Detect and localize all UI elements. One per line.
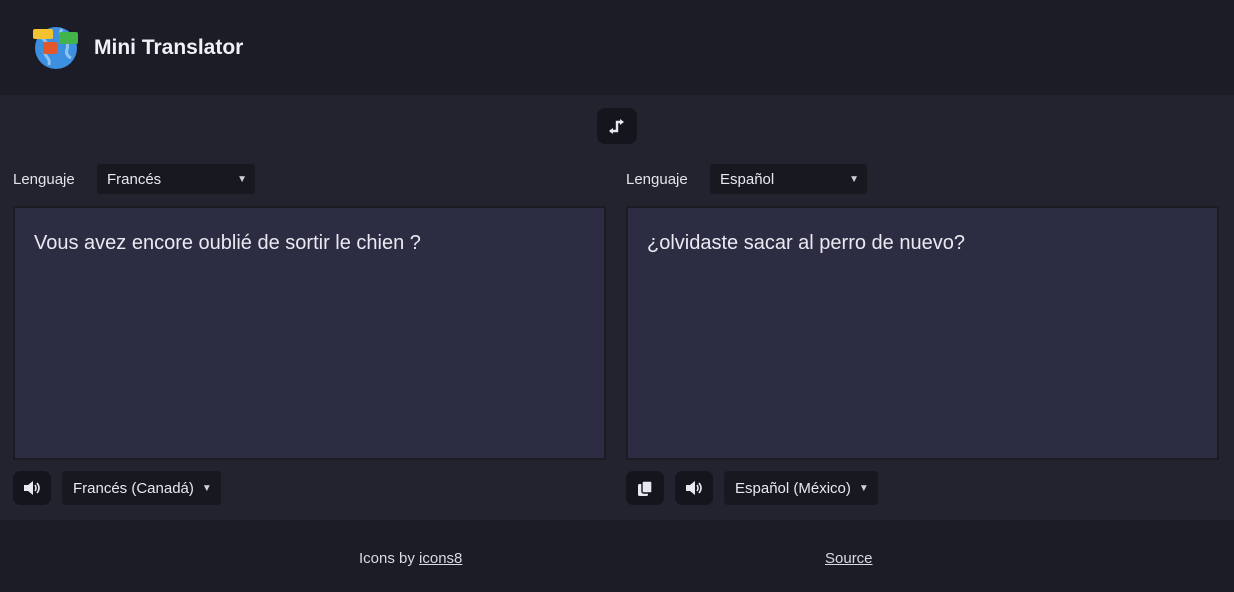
swap-languages-button[interactable] <box>597 108 637 144</box>
target-language-row: Lenguaje Español ▼ <box>626 164 867 194</box>
chevron-down-icon: ▼ <box>201 482 212 494</box>
source-controls: Francés (Canadá) ▼ <box>13 471 221 505</box>
app-footer: Icons by icons8 Source <box>0 520 1234 592</box>
copy-icon <box>638 479 653 496</box>
copy-button[interactable] <box>626 471 664 505</box>
speaker-icon <box>24 481 40 495</box>
source-voice-value: Francés (Canadá) <box>73 479 194 497</box>
target-voice-select[interactable]: Español (México) ▼ <box>724 471 878 505</box>
target-speak-button[interactable] <box>675 471 713 505</box>
source-language-select[interactable]: Francés ▼ <box>97 164 255 194</box>
target-controls: Español (México) ▼ <box>626 471 878 505</box>
swap-arrows-icon <box>609 119 624 134</box>
icons-credit: Icons by icons8 <box>359 550 462 567</box>
target-language-label: Lenguaje <box>626 170 688 188</box>
target-language-select[interactable]: Español ▼ <box>710 164 867 194</box>
target-voice-value: Español (México) <box>735 479 851 497</box>
app-title: Mini Translator <box>94 35 244 59</box>
globe-logo-icon <box>32 24 80 72</box>
source-link[interactable]: Source <box>825 550 873 567</box>
source-language-label: Lenguaje <box>13 170 75 188</box>
source-text-input[interactable]: Vous avez encore oublié de sortir le chi… <box>13 206 606 460</box>
source-language-row: Lenguaje Francés ▼ <box>13 164 255 194</box>
translator-panel: Lenguaje Francés ▼ Vous avez encore oubl… <box>0 95 1234 520</box>
icons8-link[interactable]: icons8 <box>419 550 462 567</box>
source-language-value: Francés <box>107 170 162 188</box>
source-speak-button[interactable] <box>13 471 51 505</box>
chevron-down-icon: ▼ <box>858 482 869 494</box>
app-header: Mini Translator <box>0 0 1234 95</box>
source-voice-select[interactable]: Francés (Canadá) ▼ <box>62 471 221 505</box>
credit-prefix: Icons by <box>359 550 420 567</box>
chevron-down-icon: ▼ <box>237 173 247 185</box>
target-text-output[interactable]: ¿olvidaste sacar al perro de nuevo? <box>626 206 1219 460</box>
speaker-icon <box>686 481 702 495</box>
target-language-value: Español <box>720 170 775 188</box>
chevron-down-icon: ▼ <box>849 173 859 185</box>
